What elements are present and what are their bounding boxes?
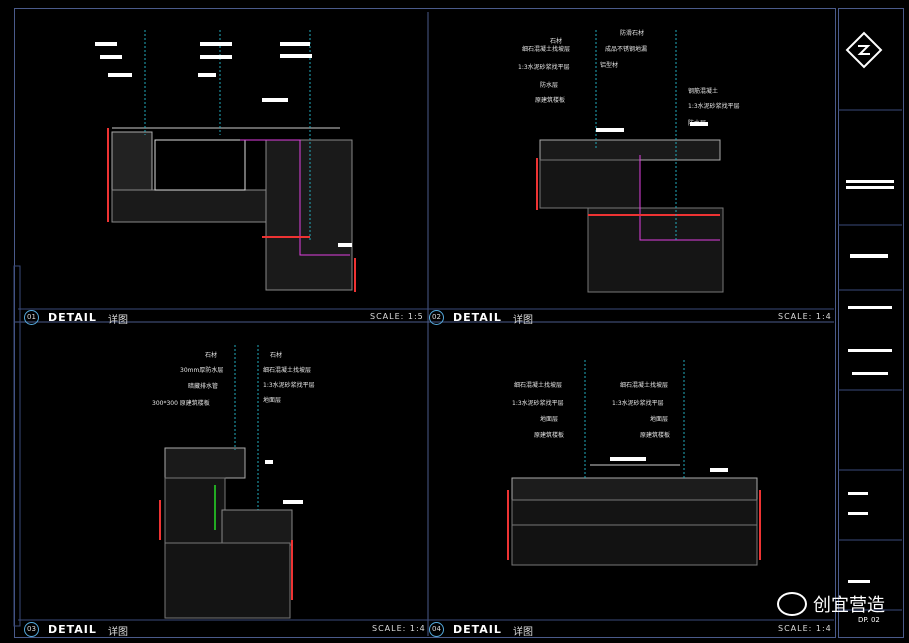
panel-1-drawing [95, 30, 356, 292]
annotation: 1:3水泥砂浆找平层 [612, 400, 664, 407]
panel-3-scale: SCALE: 1:4 [372, 624, 426, 633]
annotation: 防水层 [688, 120, 707, 127]
panel-4-drawing [507, 360, 761, 566]
annotation: 地面层 [650, 416, 669, 423]
annotation: 300*300 原建筑楼板 [152, 400, 210, 407]
panel-4-scale: SCALE: 1:4 [778, 624, 832, 633]
annotation: 1:3水泥砂浆找平层 [512, 400, 564, 407]
annotation: 细石混凝土找坡层 [263, 367, 312, 374]
watermark-text: 创宜营造 [813, 595, 885, 616]
annotation: 细石混凝土找坡层 [620, 382, 669, 389]
annotation: 细石混凝土找坡层 [514, 382, 563, 389]
panel-3-subtitle: 详图 [108, 627, 128, 638]
wechat-icon [777, 592, 807, 616]
annotation: 1:3水泥砂浆找平层 [688, 103, 740, 110]
panel-4-number: 04 [429, 622, 444, 637]
annotation: 原建筑楼板 [535, 97, 566, 104]
panel-4-subtitle: 详图 [513, 627, 533, 638]
annotation: 1:3水泥砂浆找平层 [263, 382, 315, 389]
panel-1-scale: SCALE: 1:5 [370, 312, 424, 321]
panel-3-number: 03 [24, 622, 39, 637]
annotation: 防水层 [540, 82, 559, 89]
annotation: 1:3水泥砂浆找平层 [518, 64, 570, 71]
annotation: 原建筑楼板 [534, 432, 565, 439]
annotation: 暗藏排水管 [188, 383, 219, 390]
annotation: 防滑石材 [620, 30, 645, 37]
panel-2-subtitle: 详图 [513, 315, 533, 326]
annotation: 成品不锈钢地漏 [605, 46, 648, 53]
watermark: 创宜营造 [777, 591, 885, 617]
annotation: 30mm厚防水层 [180, 367, 224, 374]
panel-1-number: 01 [24, 310, 39, 325]
annotation: 石材 [205, 352, 218, 359]
panel-1-title: DETAIL [48, 311, 97, 324]
annotation: 细石混凝土找坡层 [522, 46, 571, 53]
panel-1-subtitle: 详图 [108, 315, 128, 326]
company-logo [845, 31, 883, 69]
panel-2-number: 02 [429, 310, 444, 325]
annotation: 铝型材 [600, 62, 619, 69]
annotation: 地面层 [263, 397, 282, 404]
annotation: 钢筋混凝土 [688, 88, 719, 95]
panel-3-title: DETAIL [48, 623, 97, 636]
drawing-number: DP. 02 [858, 616, 880, 624]
annotation: 石材 [270, 352, 283, 359]
annotation: 原建筑楼板 [640, 432, 671, 439]
annotation: 地面层 [540, 416, 559, 423]
panel-4-title: DETAIL [453, 623, 502, 636]
panel-2-scale: SCALE: 1:4 [778, 312, 832, 321]
panel-2-title: DETAIL [453, 311, 502, 324]
